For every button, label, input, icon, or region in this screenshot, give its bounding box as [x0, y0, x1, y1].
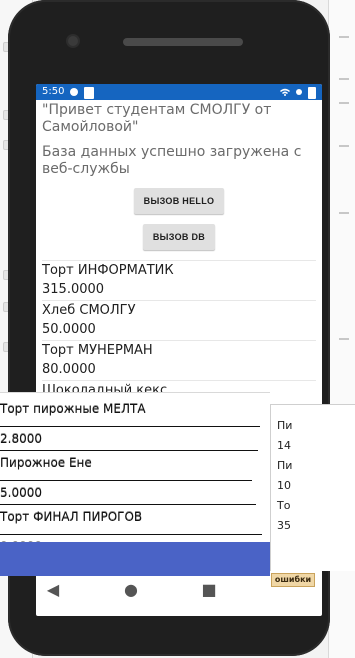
- call-db-button[interactable]: ВЫЗОВ DB: [142, 224, 216, 250]
- background-line: [339, 78, 349, 80]
- right-card-text: 35: [277, 519, 291, 532]
- status-bar: 5:50: [36, 84, 322, 100]
- phone-speaker: [123, 38, 243, 46]
- list-item[interactable]: Торт МУНЕРМАН 80.0000: [42, 341, 316, 381]
- products-list: Торт ИНФОРМАТИК 315.0000 Хлеб СМОЛГУ 50.…: [42, 260, 316, 421]
- right-card-text: 10: [277, 479, 291, 492]
- greeting-text: "Привет студентам СМОЛГУ от Самойловой": [42, 102, 272, 135]
- product-name: Торт ИНФОРМАТИК: [42, 263, 174, 278]
- background-line: [339, 212, 349, 214]
- signal-icon: [296, 89, 302, 95]
- product-name: Хлеб СМОЛГУ: [42, 303, 136, 318]
- status-left: 5:50: [42, 84, 95, 100]
- list-item[interactable]: Торт ИНФОРМАТИК 315.0000: [42, 261, 316, 301]
- background-line: [339, 338, 349, 340]
- right-card-text: Пи: [277, 419, 293, 432]
- product-name: Торт МУНЕРМАН: [42, 343, 153, 358]
- db-status-text: База данных успешно загружена с веб-служ…: [42, 144, 302, 177]
- recent-apps-icon[interactable]: ■: [200, 581, 218, 599]
- status-time: 5:50: [42, 86, 65, 97]
- product-name: Шоколадный кекс: [42, 383, 168, 398]
- home-icon[interactable]: ●: [122, 581, 140, 599]
- error-chip[interactable]: ошибки: [271, 573, 315, 587]
- right-overlay-card: Пи 14 Пи 10 То 35 ошибки: [270, 404, 355, 587]
- call-hello-button[interactable]: ВЫЗОВ HELLO: [133, 188, 225, 214]
- app-content: "Привет студентам СМОЛГУ от Самойловой" …: [36, 100, 322, 421]
- wifi-icon: [280, 88, 290, 96]
- battery-icon: [84, 87, 95, 99]
- right-card-text: То: [277, 499, 291, 512]
- right-card-text: 14: [277, 439, 291, 452]
- background-line: [339, 36, 349, 38]
- list-item[interactable]: Хлеб СМОЛГУ 50.0000: [42, 301, 316, 341]
- background-line: [339, 102, 349, 104]
- product-price: 50.0000: [42, 322, 96, 337]
- settings-icon: [70, 88, 79, 96]
- product-price: 80.0000: [42, 362, 96, 377]
- background-line: [339, 145, 349, 147]
- front-camera: [68, 36, 78, 46]
- screenshot-stage: 5:50 "Привет студентам СМОЛГУ от Самойло…: [0, 0, 355, 658]
- battery-icon: [308, 87, 316, 99]
- right-card-text: Пи: [277, 459, 293, 472]
- back-icon[interactable]: ◀: [44, 581, 62, 599]
- status-right: [280, 86, 316, 99]
- product-price: 315.0000: [42, 282, 105, 297]
